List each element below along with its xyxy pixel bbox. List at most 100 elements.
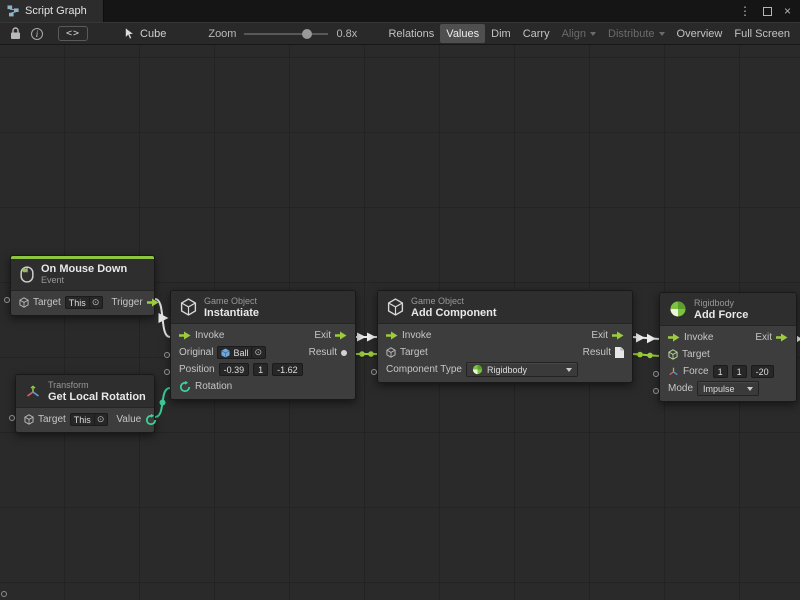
component-type-dropdown[interactable]: Rigidbody (466, 362, 578, 377)
flow-arrow-icon[interactable] (612, 331, 624, 340)
maximize-icon[interactable] (763, 7, 772, 16)
chevron-down-icon (747, 387, 753, 391)
gameobject-icon (24, 414, 34, 425)
mouse-icon (20, 266, 34, 283)
position-x-input[interactable]: -0.39 (219, 363, 250, 376)
flow-arrow-icon[interactable] (179, 331, 191, 340)
position-z-input[interactable]: -1.62 (272, 363, 303, 376)
flow-arrow-icon[interactable] (386, 331, 398, 340)
flow-arrow-icon[interactable] (147, 298, 159, 307)
window-controls: ⋮ × (739, 0, 800, 22)
rotation-port-icon[interactable] (179, 381, 191, 393)
original-edge-port[interactable] (164, 352, 170, 358)
component-type-port-label: Component Type (386, 364, 462, 375)
object-picker-icon[interactable]: ⊙ (89, 297, 100, 308)
wire-result-to-target-2[interactable] (633, 354, 659, 356)
wire-dot-icon (637, 352, 643, 358)
zoom-slider[interactable] (244, 27, 328, 41)
result-port-label: Result (583, 347, 611, 358)
port-row: Component Type Rigidbody (378, 361, 632, 378)
flow-arrow-icon[interactable] (776, 333, 788, 342)
menu-icon[interactable]: ⋮ (739, 5, 751, 17)
info-icon[interactable]: i (26, 25, 48, 43)
original-object-field[interactable]: Ball ⊙ (217, 346, 266, 359)
target-edge-port[interactable] (9, 415, 15, 421)
trigger-port-label: Trigger (111, 297, 142, 308)
zoom-label: Zoom (208, 28, 236, 40)
toolbar-button-values[interactable]: Values (440, 24, 485, 43)
gameobject-icon (19, 297, 29, 308)
flow-arrow-icon[interactable] (668, 333, 680, 342)
invoke-port-label: Invoke (195, 330, 224, 341)
exit-port-label: Exit (755, 332, 772, 343)
position-y-input[interactable]: 1 (253, 363, 268, 376)
wire-arrow-icon (647, 334, 656, 344)
node-on-mouse-down[interactable]: On Mouse Down Event Target This ⊙ (10, 255, 155, 316)
toolbar-button-dim[interactable]: Dim (485, 24, 517, 43)
wire-arrow-icon (357, 333, 366, 342)
force-z-input[interactable]: -20 (751, 365, 774, 378)
prefab-cube-icon (221, 348, 230, 358)
result-port-icon[interactable] (341, 350, 347, 356)
port-row: Rotation (171, 378, 355, 395)
close-icon[interactable]: × (784, 5, 791, 17)
wire-dot-icon (368, 351, 374, 357)
rotation-port-icon[interactable] (145, 414, 157, 426)
position-port-label: Position (179, 364, 215, 375)
cursor-icon (124, 27, 135, 40)
component-page-icon[interactable] (615, 347, 624, 358)
port-row: Invoke Exit (378, 327, 632, 344)
target-object-field[interactable]: This ⊙ (65, 296, 104, 309)
target-port-label: Target (400, 347, 428, 358)
node-title: On Mouse Down (41, 263, 127, 275)
object-picker-icon[interactable]: ⊙ (251, 347, 262, 358)
original-port-label: Original (179, 347, 213, 358)
node-header: Game Object Add Component (378, 291, 632, 324)
chevron-down-icon (659, 32, 665, 36)
node-title: Get Local Rotation (48, 391, 146, 403)
node-header: Game Object Instantiate (171, 291, 355, 324)
node-title: Add Component (411, 307, 497, 319)
selection-target[interactable]: Cube (124, 27, 166, 40)
toolbar-button-carry[interactable]: Carry (517, 24, 556, 43)
graph-toolbar: i <> Cube Zoom 0.8x Relations Values Dim… (0, 22, 800, 45)
toolbar-button-overview[interactable]: Overview (671, 24, 729, 43)
node-get-local-rotation[interactable]: Transform Get Local Rotation Target This… (15, 374, 155, 433)
node-header: Rigidbody Add Force (660, 293, 796, 326)
toolbar-button-fullscreen[interactable]: Full Screen (728, 24, 796, 43)
lock-icon[interactable] (4, 25, 26, 43)
toolbar-button-relations[interactable]: Relations (382, 24, 440, 43)
graph-canvas[interactable]: On Mouse Down Event Target This ⊙ (0, 45, 800, 600)
node-instantiate[interactable]: Game Object Instantiate Invoke Exit (170, 290, 356, 400)
node-header: On Mouse Down Event (11, 259, 154, 291)
component-type-edge-port[interactable] (371, 369, 377, 375)
position-edge-port[interactable] (164, 369, 170, 375)
node-category: Game Object (204, 296, 259, 307)
window-tab[interactable]: Script Graph (0, 0, 104, 22)
toolbar-button-align[interactable]: Align (556, 24, 602, 43)
target-edge-port[interactable] (4, 297, 10, 303)
target-object-field[interactable]: This ⊙ (70, 413, 109, 426)
force-edge-port[interactable] (653, 371, 659, 377)
selection-target-label: Cube (140, 28, 166, 40)
invoke-port-label: Invoke (684, 332, 713, 343)
offscreen-node-edge-port[interactable] (1, 591, 7, 597)
force-y-input[interactable]: 1 (732, 365, 747, 378)
zoom-slider-track (244, 33, 328, 35)
target-port-label: Target (682, 349, 710, 360)
port-row: Invoke Exit (171, 327, 355, 344)
gameobject-cube-icon (387, 298, 404, 316)
node-add-force[interactable]: Rigidbody Add Force Invoke Exit (659, 292, 797, 402)
wire-dot-icon (160, 400, 166, 406)
node-add-component[interactable]: Game Object Add Component Invoke Exit (377, 290, 633, 383)
mode-edge-port[interactable] (653, 388, 659, 394)
flow-arrow-icon[interactable] (335, 331, 347, 340)
mode-dropdown[interactable]: Impulse (697, 381, 759, 396)
port-row: Original Ball ⊙ Result (171, 344, 355, 361)
code-icon[interactable]: <> (58, 26, 88, 41)
force-x-input[interactable]: 1 (713, 365, 728, 378)
object-picker-icon[interactable]: ⊙ (94, 414, 105, 425)
value-port-label: Value (116, 414, 141, 425)
toolbar-button-distribute[interactable]: Distribute (602, 24, 670, 43)
zoom-slider-handle[interactable] (302, 29, 312, 39)
